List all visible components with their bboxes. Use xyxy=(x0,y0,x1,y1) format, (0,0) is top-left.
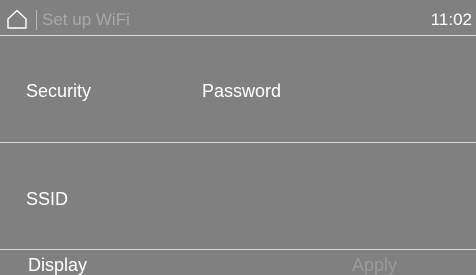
home-icon[interactable] xyxy=(6,8,28,30)
wifi-setup-screen: Set up WiFi 11:02 Security Password SSID… xyxy=(0,0,476,275)
security-label: Security xyxy=(26,81,92,101)
security-row[interactable]: Security Password xyxy=(0,36,476,143)
page-title: Set up WiFi xyxy=(42,10,130,29)
ssid-row[interactable]: SSID xyxy=(0,143,476,250)
ssid-label: SSID xyxy=(26,189,69,209)
footer-bar: Display Apply xyxy=(0,250,476,275)
display-button[interactable]: Display xyxy=(28,254,87,275)
header-bar: Set up WiFi 11:02 xyxy=(0,0,476,36)
clock: 11:02 xyxy=(430,10,472,29)
security-value: Password xyxy=(202,81,282,101)
header-separator xyxy=(36,10,37,30)
apply-button[interactable]: Apply xyxy=(352,254,397,275)
